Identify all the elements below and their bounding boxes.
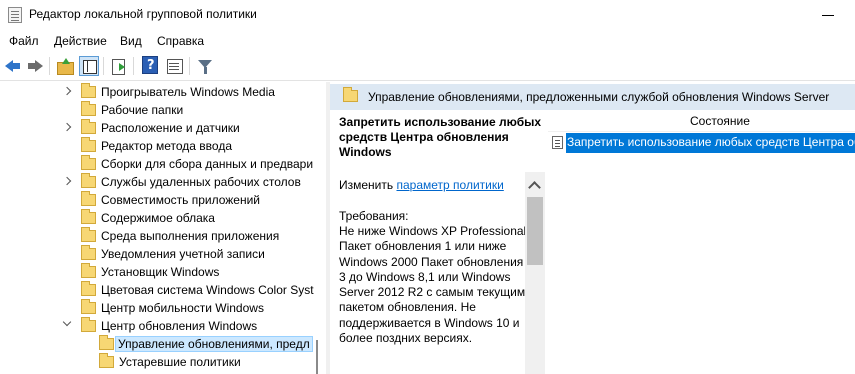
requirements-label: Требования: <box>339 209 409 223</box>
details-header-title: Управление обновлениями, предложенными с… <box>368 90 830 104</box>
tree-item-label: Установщик Windows <box>101 265 220 279</box>
folder-icon <box>81 245 96 260</box>
folder-up-icon[interactable] <box>55 56 75 76</box>
tree-item-label: Рабочие папки <box>101 103 184 117</box>
edit-policy-line: Изменить параметр политики <box>339 178 504 192</box>
folder-icon <box>81 317 96 332</box>
folder-icon <box>99 353 114 368</box>
gpedit-app-icon <box>8 7 22 23</box>
edit-policy-link[interactable]: параметр политики <box>396 178 503 192</box>
tree-item-selected[interactable]: Управление обновлениями, предл <box>0 335 326 353</box>
filter-icon[interactable] <box>195 56 215 76</box>
tree-item-label: Расположение и датчики <box>101 121 240 135</box>
folder-icon <box>81 119 96 134</box>
tree-item[interactable]: Расположение и датчики <box>0 119 326 137</box>
description-scrollbar[interactable] <box>525 172 545 374</box>
properties-icon[interactable] <box>164 56 184 76</box>
header-divider <box>548 131 855 132</box>
back-arrow-icon[interactable] <box>3 56 23 76</box>
toolbar <box>0 52 855 80</box>
tree-item-label: Устаревшие политики <box>119 355 241 369</box>
tree-item[interactable]: Совместимость приложений <box>0 191 326 209</box>
tree-item[interactable]: Редактор метода ввода <box>0 137 326 155</box>
toolbar-separator <box>49 57 50 75</box>
policy-row-label: Запретить использование любых средств Це… <box>566 133 855 153</box>
folder-icon <box>81 281 96 296</box>
folder-icon <box>81 209 96 224</box>
description-panel: Запретить использование любых средств Це… <box>330 110 548 374</box>
tree-item[interactable]: Уведомления учетной записи <box>0 245 326 263</box>
tree-item-label: Управление обновлениями, предл <box>115 336 313 352</box>
tree-item-label: Цветовая система Windows Color Syst <box>101 283 314 297</box>
tree-item[interactable]: Среда выполнения приложения <box>0 227 326 245</box>
folder-icon <box>99 335 114 350</box>
tree-item-label: Центр обновления Windows <box>101 319 258 333</box>
toolbar-divider <box>0 80 855 81</box>
show-hide-tree-icon[interactable] <box>79 56 99 76</box>
scroll-up-icon[interactable] <box>528 181 541 194</box>
tree-scrollbar[interactable] <box>316 340 318 374</box>
tree-item-label: Центр мобильности Windows <box>101 301 264 315</box>
tree-item[interactable]: Содержимое облака <box>0 209 326 227</box>
tree-item[interactable]: Рабочие папки <box>0 101 326 119</box>
folder-icon <box>81 83 96 98</box>
folder-icon <box>343 87 358 102</box>
tree-item[interactable]: Службы удаленных рабочих столов <box>0 173 326 191</box>
edit-prefix: Изменить <box>339 178 394 192</box>
tree-item-label: Среда выполнения приложения <box>101 229 280 243</box>
tree-item[interactable]: Устаревшие политики <box>0 353 326 371</box>
folder-icon <box>81 227 96 242</box>
tree-item[interactable]: Центр мобильности Windows <box>0 299 326 317</box>
requirements-text: Не ниже Windows XP Professional Пакет об… <box>339 224 527 346</box>
chevron-right-icon[interactable] <box>62 176 72 186</box>
tree-item-label: Сборки для сбора данных и предвари <box>101 157 314 171</box>
chevron-down-icon[interactable] <box>62 317 72 327</box>
tree-pane[interactable]: Проигрыватель Windows Media Рабочие папк… <box>0 82 326 374</box>
menu-file[interactable]: Файл <box>9 34 39 48</box>
tree-item-label: Редактор метода ввода <box>101 139 232 153</box>
details-header: Управление обновлениями, предложенными с… <box>330 84 855 110</box>
column-status[interactable]: Состояние <box>690 114 750 128</box>
folder-icon <box>81 173 96 188</box>
folder-icon <box>81 191 96 206</box>
folder-icon <box>81 101 96 116</box>
toolbar-separator <box>103 57 104 75</box>
title-bar: Редактор локальной групповой политики <box>0 0 855 31</box>
chevron-right-icon[interactable] <box>62 86 72 96</box>
toolbar-separator <box>133 57 134 75</box>
tree-item-label: Службы удаленных рабочих столов <box>101 175 301 189</box>
toolbar-separator <box>189 57 190 75</box>
tree-item[interactable]: Центр обновления Windows <box>0 317 326 335</box>
export-list-icon[interactable] <box>109 56 129 76</box>
menu-view[interactable]: Вид <box>120 34 142 48</box>
tree-item[interactable]: Установщик Windows <box>0 263 326 281</box>
tree-item[interactable]: Сборки для сбора данных и предвари <box>0 155 326 173</box>
list-column-header: Состояние <box>548 110 855 132</box>
policy-setting-icon <box>552 136 563 149</box>
scroll-thumb[interactable] <box>527 197 543 265</box>
tree-item-label: Уведомления учетной записи <box>101 247 265 261</box>
menu-action[interactable]: Действие <box>54 34 107 48</box>
folder-icon <box>81 155 96 170</box>
help-icon[interactable] <box>142 56 158 74</box>
window-title: Редактор локальной групповой политики <box>29 7 257 21</box>
chevron-right-icon[interactable] <box>62 122 72 132</box>
tree-item-label: Проигрыватель Windows Media <box>101 85 275 99</box>
policy-row-selected[interactable]: Запретить использование любых средств Це… <box>548 133 855 153</box>
minimize-button[interactable] <box>822 15 834 16</box>
folder-icon <box>81 299 96 314</box>
tree-item-label: Содержимое облака <box>101 211 215 225</box>
policy-title: Запретить использование любых средств Це… <box>339 115 542 159</box>
menu-bar: Файл Действие Вид Справка <box>0 31 855 52</box>
tree-item-label: Совместимость приложений <box>101 193 260 207</box>
folder-icon <box>81 137 96 152</box>
forward-arrow-icon[interactable] <box>25 56 45 76</box>
menu-help[interactable]: Справка <box>157 34 204 48</box>
folder-icon <box>81 263 96 278</box>
tree-item[interactable]: Цветовая система Windows Color Syst <box>0 281 326 299</box>
tree-item[interactable]: Проигрыватель Windows Media <box>0 83 326 101</box>
